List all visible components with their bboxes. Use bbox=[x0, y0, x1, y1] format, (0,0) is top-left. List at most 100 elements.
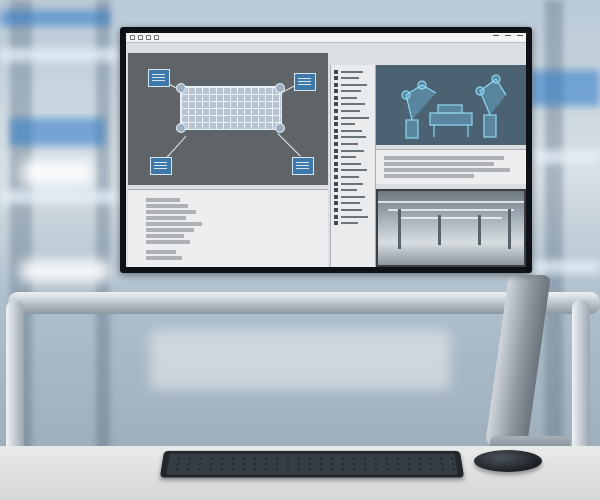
guard-rail-post bbox=[572, 300, 590, 460]
tree-item-label bbox=[341, 77, 359, 80]
grid-icon[interactable] bbox=[146, 35, 151, 40]
tree-item[interactable] bbox=[334, 188, 375, 193]
tree-item[interactable] bbox=[334, 82, 375, 87]
grid-handle[interactable] bbox=[176, 83, 186, 93]
zoom-icon[interactable] bbox=[154, 35, 159, 40]
tree-item[interactable] bbox=[334, 181, 375, 186]
tree-item-label bbox=[341, 149, 364, 152]
bg-blue-bin bbox=[530, 70, 600, 106]
diagram-node[interactable] bbox=[292, 157, 314, 175]
tree-node-icon bbox=[334, 161, 338, 166]
tree-item-label bbox=[341, 222, 358, 225]
move-icon[interactable] bbox=[138, 35, 143, 40]
diagram-node[interactable] bbox=[150, 157, 172, 175]
tree-node-icon bbox=[334, 142, 338, 147]
grid-handle[interactable] bbox=[275, 123, 285, 133]
computer-mouse[interactable] bbox=[474, 450, 542, 472]
tree-item[interactable] bbox=[334, 142, 375, 147]
select-icon[interactable] bbox=[130, 35, 135, 40]
app-toolbar bbox=[126, 33, 526, 43]
tree-node-icon bbox=[334, 109, 338, 114]
tree-item[interactable] bbox=[334, 148, 375, 153]
close-icon[interactable] bbox=[517, 35, 523, 40]
tree-item[interactable] bbox=[334, 214, 375, 219]
description-text-pane bbox=[376, 149, 526, 184]
tree-node-icon bbox=[334, 201, 338, 206]
tree-item-label bbox=[341, 189, 357, 192]
tree-item[interactable] bbox=[334, 128, 375, 133]
tree-item[interactable] bbox=[334, 155, 375, 160]
tree-node-icon bbox=[334, 135, 338, 140]
grid-handle[interactable] bbox=[275, 83, 285, 93]
tree-node-icon bbox=[334, 181, 338, 186]
text-line bbox=[384, 162, 494, 166]
log-line bbox=[146, 234, 184, 238]
tree-node-icon bbox=[334, 207, 338, 212]
tree-item-label bbox=[341, 169, 367, 172]
tree-item-label bbox=[341, 208, 362, 211]
ceiling-beam bbox=[388, 209, 514, 211]
tree-node-icon bbox=[334, 155, 338, 160]
tree-node-icon bbox=[334, 221, 338, 226]
text-line bbox=[384, 156, 504, 160]
maximize-icon[interactable] bbox=[505, 35, 511, 40]
tree-node-icon bbox=[334, 69, 338, 74]
bg-blue-bin bbox=[0, 10, 110, 26]
tree-item[interactable] bbox=[334, 201, 375, 206]
keyboard[interactable] bbox=[159, 450, 465, 478]
tree-node-icon bbox=[334, 214, 338, 219]
log-line bbox=[146, 210, 196, 214]
tree-item-label bbox=[341, 70, 363, 73]
tree-node-icon bbox=[334, 175, 338, 179]
tree-item[interactable] bbox=[334, 122, 375, 127]
diagram-node[interactable] bbox=[294, 73, 316, 91]
robot-3d-view[interactable] bbox=[376, 65, 526, 145]
tree-item[interactable] bbox=[334, 194, 375, 199]
log-line bbox=[146, 250, 176, 254]
ceiling-beam bbox=[378, 201, 524, 203]
layout-diagram-pane[interactable] bbox=[128, 53, 328, 185]
log-line bbox=[146, 198, 180, 202]
tree-item-label bbox=[341, 182, 363, 185]
tree-item-label bbox=[341, 129, 362, 132]
log-line bbox=[146, 240, 190, 244]
tree-item[interactable] bbox=[334, 115, 375, 120]
tree-node-icon bbox=[334, 122, 338, 127]
tree-item[interactable] bbox=[334, 89, 375, 94]
bg-shelf bbox=[0, 48, 120, 62]
tree-item-label bbox=[341, 123, 355, 126]
tree-item[interactable] bbox=[334, 207, 375, 212]
grid-handle[interactable] bbox=[176, 123, 186, 133]
tree-item[interactable] bbox=[334, 102, 375, 107]
factory-camera-view[interactable] bbox=[376, 189, 526, 267]
tree-item[interactable] bbox=[334, 69, 375, 74]
log-line bbox=[146, 228, 194, 232]
tree-item[interactable] bbox=[334, 221, 375, 226]
tree-node-icon bbox=[334, 115, 338, 120]
object-tree-pane[interactable] bbox=[330, 65, 376, 267]
minimize-icon[interactable] bbox=[493, 35, 499, 40]
tree-item-label bbox=[341, 110, 360, 113]
tree-item-label bbox=[341, 96, 357, 99]
tree-item-label bbox=[341, 83, 367, 86]
tree-node-icon bbox=[334, 95, 338, 100]
tree-node-icon bbox=[334, 194, 338, 199]
diagram-node[interactable] bbox=[148, 69, 170, 87]
bg-blue-bin bbox=[10, 118, 105, 146]
tree-item-label bbox=[341, 103, 365, 106]
tree-item[interactable] bbox=[334, 109, 375, 114]
tree-item[interactable] bbox=[334, 161, 375, 166]
bg-shelf bbox=[0, 190, 120, 204]
monitor-screen bbox=[126, 33, 526, 267]
tree-item[interactable] bbox=[334, 135, 375, 140]
tree-item[interactable] bbox=[334, 95, 375, 100]
monitor bbox=[120, 27, 532, 273]
tree-item[interactable] bbox=[334, 175, 375, 180]
tree-item-label bbox=[341, 215, 368, 218]
tree-item[interactable] bbox=[334, 168, 375, 173]
conveyor-grid[interactable] bbox=[180, 86, 282, 130]
factory-column bbox=[508, 209, 511, 249]
tree-item-label bbox=[341, 136, 366, 139]
tree-node-icon bbox=[334, 89, 338, 94]
tree-item[interactable] bbox=[334, 76, 375, 81]
